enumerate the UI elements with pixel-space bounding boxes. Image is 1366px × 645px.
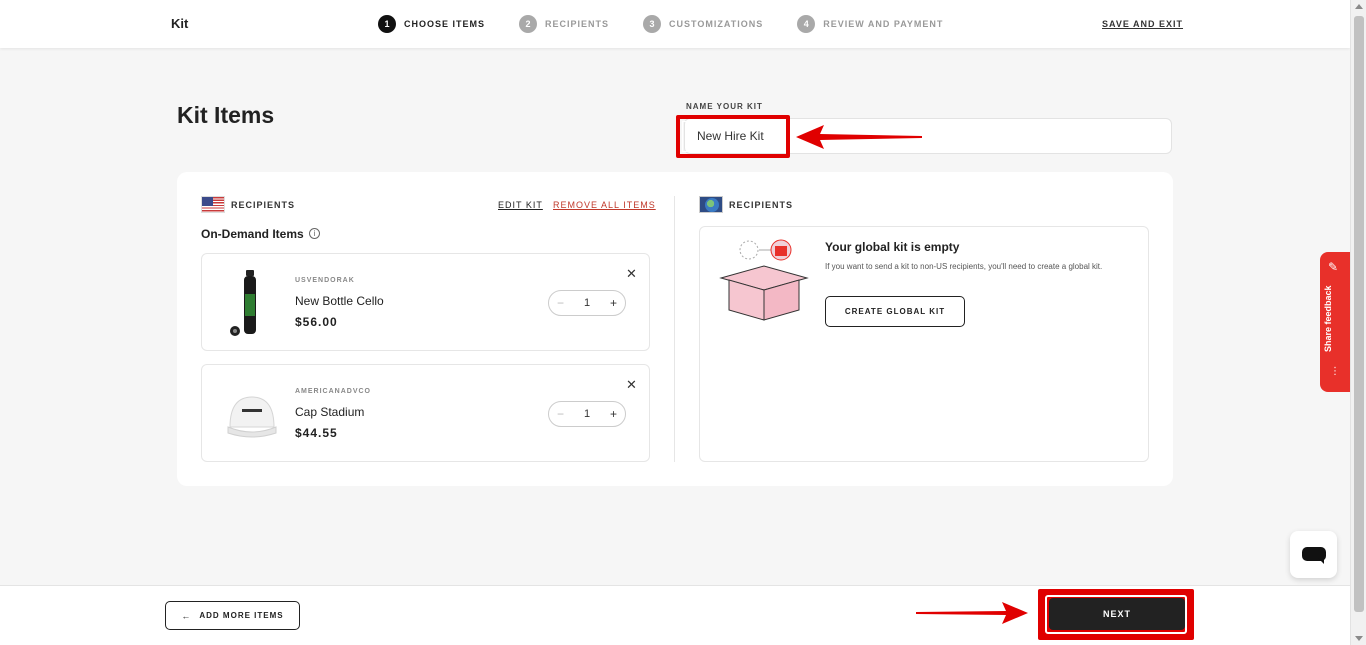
- item-name: New Bottle Cello: [295, 294, 384, 308]
- quantity-stepper: − 1 +: [548, 290, 626, 316]
- brand-title: Kit: [171, 16, 189, 31]
- scrollbar-thumb[interactable]: [1354, 16, 1364, 612]
- step-label: CUSTOMIZATIONS: [669, 19, 764, 29]
- increase-quantity-button[interactable]: +: [610, 407, 617, 421]
- page-scrollbar[interactable]: [1350, 0, 1366, 645]
- us-recipients-label: RECIPIENTS: [231, 200, 296, 210]
- item-vendor: AMERICANADVCO: [295, 388, 371, 395]
- info-icon[interactable]: i: [309, 228, 320, 239]
- remove-item-close-icon[interactable]: ✕: [626, 377, 637, 393]
- increase-quantity-button[interactable]: +: [610, 296, 617, 310]
- next-button[interactable]: NEXT: [1049, 598, 1185, 630]
- item-price: $56.00: [295, 315, 338, 329]
- step-number: 2: [519, 15, 538, 33]
- on-demand-items-heading: On-Demand Items: [201, 227, 304, 241]
- global-recipients-label: RECIPIENTS: [729, 200, 794, 210]
- scroll-up-icon[interactable]: [1355, 4, 1363, 9]
- quantity-stepper: − 1 +: [548, 401, 626, 427]
- step-customizations[interactable]: 3 CUSTOMIZATIONS: [643, 15, 763, 33]
- decrease-quantity-button[interactable]: −: [557, 296, 564, 310]
- share-feedback-tab[interactable]: ✎ Share feedback ⋮: [1320, 252, 1350, 392]
- kit-item-card: AMERICANADVCO Cap Stadium $44.55 − 1 + ✕: [201, 364, 650, 462]
- section-divider: [674, 196, 675, 462]
- add-more-items-label: ADD MORE ITEMS: [199, 611, 284, 620]
- page-title: Kit Items: [177, 102, 275, 128]
- share-feedback-label: Share feedback: [1323, 285, 1333, 352]
- globe-icon: [699, 196, 723, 213]
- step-number: 3: [643, 15, 662, 33]
- annotation-arrow-icon: [916, 602, 1028, 624]
- annotation-arrow-icon: [796, 125, 922, 149]
- remove-item-close-icon[interactable]: ✕: [626, 266, 637, 282]
- decrease-quantity-button[interactable]: −: [557, 407, 564, 421]
- annotation-highlight-box: [676, 115, 790, 158]
- step-label: CHOOSE ITEMS: [404, 19, 486, 29]
- remove-all-items-link[interactable]: REMOVE ALL ITEMS: [553, 200, 656, 210]
- global-kit-empty-title: Your global kit is empty: [825, 240, 960, 254]
- progress-steps: 1 CHOOSE ITEMS 2 RECIPIENTS 3 CUSTOMIZAT…: [378, 15, 977, 33]
- save-and-exit-link[interactable]: SAVE AND EXIT: [1102, 19, 1183, 29]
- step-number: 4: [797, 15, 816, 33]
- item-name: Cap Stadium: [295, 405, 365, 419]
- cap-image: [227, 396, 277, 438]
- step-label: REVIEW AND PAYMENT: [823, 19, 944, 29]
- quantity-value[interactable]: 1: [584, 297, 590, 309]
- quantity-value[interactable]: 1: [584, 408, 590, 420]
- step-label: RECIPIENTS: [545, 19, 610, 29]
- empty-box-illustration: [719, 239, 809, 321]
- step-choose-items[interactable]: 1 CHOOSE ITEMS: [378, 15, 485, 33]
- us-flag-icon: [201, 196, 225, 213]
- item-vendor: USVENDORAK: [295, 277, 355, 284]
- item-price: $44.55: [295, 426, 338, 440]
- global-kit-empty-description: If you want to send a kit to non-US reci…: [825, 262, 1103, 271]
- create-global-kit-button[interactable]: CREATE GLOBAL KIT: [825, 296, 965, 327]
- bottle-image: [230, 270, 256, 336]
- chat-widget-button[interactable]: [1290, 531, 1337, 578]
- kit-item-card: USVENDORAK New Bottle Cello $56.00 − 1 +…: [201, 253, 650, 351]
- step-review-payment[interactable]: 4 REVIEW AND PAYMENT: [797, 15, 943, 33]
- step-number: 1: [378, 15, 396, 33]
- step-recipients[interactable]: 2 RECIPIENTS: [519, 15, 609, 33]
- kit-name-label: NAME YOUR KIT: [686, 102, 763, 111]
- top-navigation-bar: Kit 1 CHOOSE ITEMS 2 RECIPIENTS 3 CUSTOM…: [0, 0, 1350, 48]
- edit-kit-link[interactable]: EDIT KIT: [498, 200, 543, 210]
- more-options-icon[interactable]: ⋮: [1330, 366, 1340, 377]
- add-more-items-button[interactable]: ← ADD MORE ITEMS: [165, 601, 300, 630]
- arrow-left-icon: ←: [181, 610, 192, 621]
- scroll-down-icon[interactable]: [1355, 636, 1363, 641]
